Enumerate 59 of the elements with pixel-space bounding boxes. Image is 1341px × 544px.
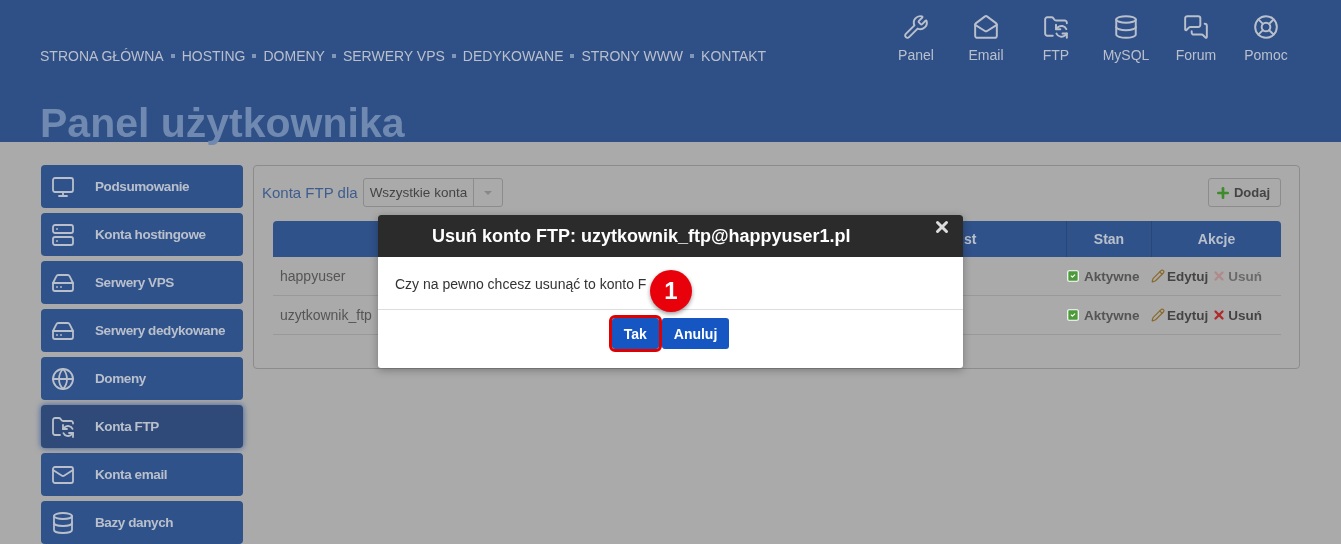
sidebar-item[interactable]: Konta FTP <box>41 405 243 448</box>
delete-icon <box>1212 308 1227 322</box>
nav-link[interactable]: SERWERY VPS <box>342 48 445 64</box>
plus-icon <box>1214 184 1231 201</box>
nav-link[interactable]: STRONA GŁÓWNA <box>40 48 164 64</box>
close-button[interactable] <box>933 218 951 236</box>
sidebar-item[interactable]: Konta email <box>41 453 243 496</box>
sidebar-item[interactable]: Bazy danych <box>41 501 243 544</box>
folder-icon <box>51 414 75 439</box>
status-text: Aktywne <box>1084 268 1140 284</box>
nav-link[interactable]: HOSTING <box>181 48 246 64</box>
status-text: Aktywne <box>1084 307 1140 323</box>
table-cell: uzytkownik_ftp <box>280 307 372 323</box>
shortcut-link[interactable]: FTP <box>1021 14 1091 63</box>
shortcut-link[interactable]: Pomoc <box>1231 14 1301 63</box>
shortcut-link[interactable]: MySQL <box>1091 14 1161 63</box>
add-button[interactable]: Dodaj <box>1207 178 1281 207</box>
column-header: st <box>964 221 1066 257</box>
sidebar-item[interactable]: Serwery dedykowane <box>41 309 243 352</box>
shortcut-link[interactable]: Panel <box>881 14 951 63</box>
envelope-icon <box>973 14 999 40</box>
table-cell: happyuser <box>280 268 346 284</box>
nav-link[interactable]: DEDYKOWANE <box>462 48 564 64</box>
dialog-title: Usuń konto FTP: uzytkownik_ftp@happyuser1.pl <box>432 225 851 247</box>
sidebar-item[interactable]: Serwery VPS <box>41 261 243 304</box>
globe-icon <box>51 366 75 391</box>
chat-icon <box>1183 14 1209 40</box>
tools-icon <box>903 14 929 40</box>
lifebuoy-icon <box>1253 14 1279 40</box>
sidebar-item[interactable]: Domeny <box>41 357 243 400</box>
edit-link[interactable]: Edytuj <box>1151 268 1209 284</box>
server-icon <box>51 222 75 247</box>
shortcut-link[interactable]: Email <box>951 14 1021 63</box>
column-header: Akcje <box>1151 221 1281 257</box>
account-select[interactable]: Wszystkie konta <box>362 178 504 207</box>
pencil-icon <box>1151 308 1165 322</box>
nav-link[interactable]: DOMENY <box>263 48 325 64</box>
checkbox-icon <box>1066 308 1080 322</box>
sidebar-item[interactable]: Konta hostingowe <box>41 213 243 256</box>
sidebar-item[interactable]: Podsumowanie <box>41 165 243 208</box>
edit-link[interactable]: Edytuj <box>1151 307 1209 323</box>
pencil-icon <box>1151 269 1165 283</box>
checkbox-icon <box>1066 269 1080 283</box>
delete-link[interactable]: Usuń <box>1212 307 1262 323</box>
shortcut-link[interactable]: Forum <box>1161 14 1231 63</box>
database-icon <box>1113 14 1139 40</box>
nav-link[interactable]: STRONY WWW <box>581 48 684 64</box>
nav-link[interactable]: KONTAKT <box>701 48 767 64</box>
database-icon <box>51 510 75 535</box>
page-title: Panel użytkownika <box>40 100 405 147</box>
folder-icon <box>1043 14 1069 40</box>
cancel-button[interactable]: Anuluj <box>661 318 730 349</box>
caret-icon <box>484 190 493 195</box>
column-header: Stan <box>1066 221 1151 257</box>
confirm-button[interactable]: Tak <box>611 318 659 349</box>
monitor-icon <box>51 174 75 199</box>
filter-label: Konta FTP dla <box>262 184 358 201</box>
delete-icon <box>1212 269 1227 283</box>
dialog-message: Czy na pewno chcesz usunąć to konto F <box>395 276 647 292</box>
